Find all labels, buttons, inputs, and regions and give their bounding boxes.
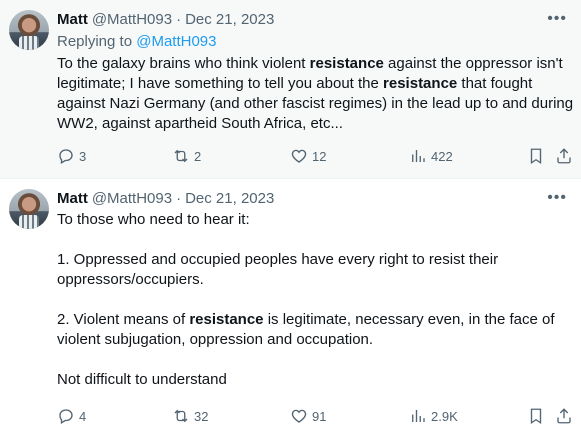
views-icon — [412, 150, 425, 162]
more-horizontal-icon[interactable]: ••• — [547, 189, 567, 207]
share-button[interactable] — [555, 406, 573, 426]
tweet-text: To the galaxy brains who think violent r… — [57, 54, 575, 134]
views-button[interactable]: 2.9K — [409, 406, 458, 426]
repost-count: 2 — [194, 148, 202, 164]
repost-icon — [174, 409, 188, 423]
text-segment: To those who need to hear it: — [57, 211, 250, 228]
author-handle[interactable]: @MattH093 — [92, 11, 172, 28]
like-count: 12 — [312, 148, 327, 164]
action-bar: 4 32 91 2.9K — [57, 406, 573, 426]
author-name[interactable]: Matt — [57, 11, 88, 28]
repost-button[interactable]: 32 — [172, 406, 208, 426]
share-icon — [557, 148, 571, 164]
highlighted-term: resistance — [189, 311, 264, 328]
views-count: 422 — [431, 148, 453, 164]
like-button[interactable]: 12 — [290, 146, 326, 166]
highlighted-term: resistance — [309, 55, 384, 72]
reply-icon — [59, 149, 73, 164]
tweet-paragraph: Not difficult to understand — [57, 370, 575, 390]
avatar[interactable] — [9, 10, 49, 50]
tweet[interactable]: Matt @MattH093 · Dec 21, 2023 ••• To tho… — [0, 178, 581, 437]
bookmark-button[interactable] — [527, 146, 545, 166]
repost-button[interactable]: 2 — [172, 146, 201, 166]
tweet-header: Matt @MattH093 · Dec 21, 2023 — [57, 188, 274, 208]
reply-button[interactable]: 4 — [57, 406, 86, 426]
reply-button[interactable]: 3 — [57, 146, 86, 166]
replying-to: Replying to @MattH093 — [57, 33, 216, 50]
like-count: 91 — [312, 408, 327, 424]
bookmark-icon — [530, 408, 542, 425]
views-count: 2.9K — [431, 408, 458, 424]
repost-icon — [174, 149, 188, 163]
avatar[interactable] — [9, 189, 49, 229]
reply-count: 3 — [79, 148, 87, 164]
separator-dot: · — [176, 10, 182, 28]
bookmark-button[interactable] — [527, 406, 545, 426]
reply-count: 4 — [79, 408, 87, 424]
more-horizontal-icon[interactable]: ••• — [547, 10, 567, 28]
reply-icon — [59, 409, 73, 424]
views-button[interactable]: 422 — [409, 146, 453, 166]
tweet-paragraph: To those who need to hear it: — [57, 210, 575, 230]
replying-prefix: Replying to — [57, 33, 133, 50]
timestamp[interactable]: Dec 21, 2023 — [185, 11, 274, 28]
tweet-header: Matt @MattH093 · Dec 21, 2023 — [57, 9, 274, 29]
views-icon — [412, 410, 425, 422]
text-segment: To the galaxy brains who think violent — [57, 55, 310, 72]
heart-icon — [291, 409, 307, 423]
text-segment: Not difficult to understand — [57, 371, 227, 388]
author-name[interactable]: Matt — [57, 190, 88, 207]
replying-to-handle[interactable]: @MattH093 — [136, 33, 216, 50]
highlighted-term: resistance — [383, 75, 458, 92]
tweet-paragraph: To the galaxy brains who think violent r… — [57, 54, 575, 134]
text-segment: 1. Oppressed and occupied peoples have e… — [57, 251, 499, 288]
action-bar: 3 2 12 422 — [57, 146, 573, 166]
like-button[interactable]: 91 — [290, 406, 326, 426]
tweet[interactable]: Matt @MattH093 · Dec 21, 2023 ••• Replyi… — [0, 0, 581, 178]
tweet-paragraph: 1. Oppressed and occupied peoples have e… — [57, 250, 575, 290]
timestamp[interactable]: Dec 21, 2023 — [185, 190, 274, 207]
tweet-paragraph: 2. Violent means of resistance is legiti… — [57, 310, 575, 350]
author-handle[interactable]: @MattH093 — [92, 190, 172, 207]
tweet-text: To those who need to hear it: 1. Oppresse… — [57, 210, 575, 390]
share-button[interactable] — [555, 146, 573, 166]
share-icon — [557, 408, 571, 424]
separator-dot: · — [176, 189, 182, 207]
text-segment: 2. Violent means of — [57, 311, 190, 328]
bookmark-icon — [530, 148, 542, 165]
heart-icon — [291, 149, 307, 163]
repost-count: 32 — [194, 408, 209, 424]
